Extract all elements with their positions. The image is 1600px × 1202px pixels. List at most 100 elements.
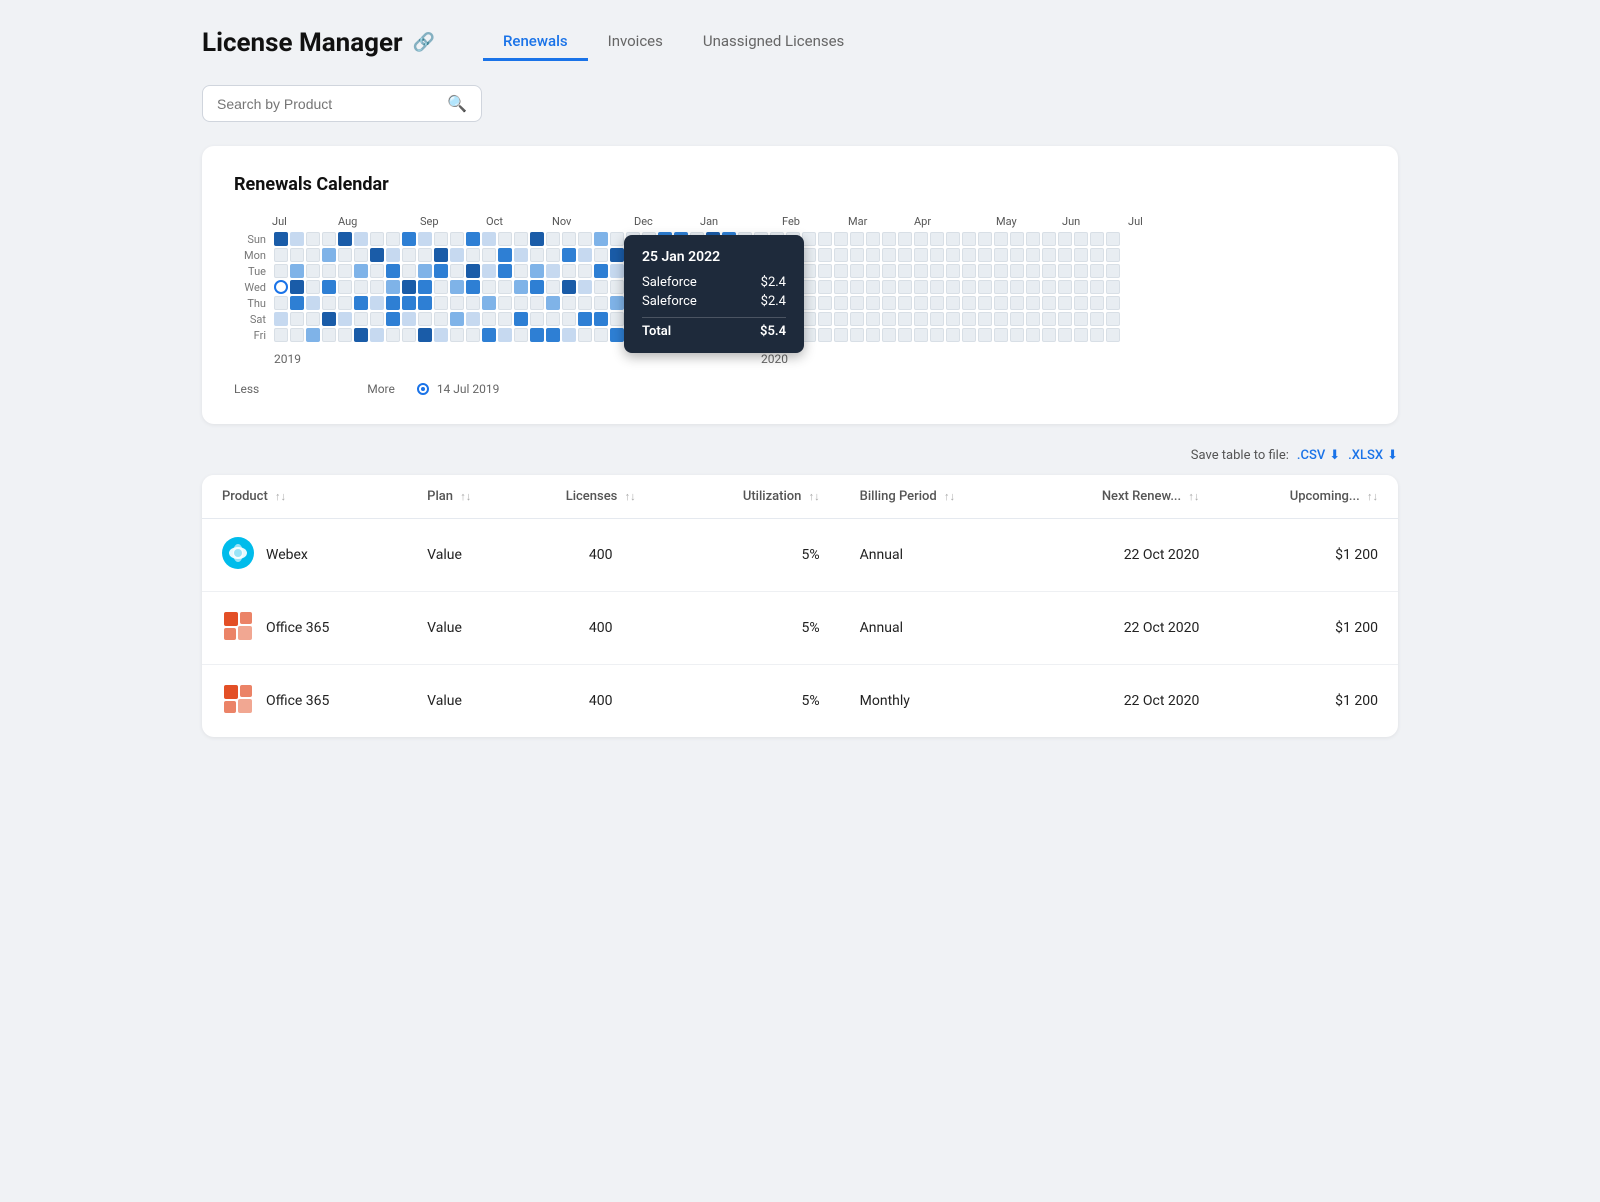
cal-cell[interactable] xyxy=(962,232,976,246)
cal-cell[interactable] xyxy=(978,232,992,246)
cal-cell[interactable] xyxy=(450,232,464,246)
cal-cell[interactable] xyxy=(498,312,512,326)
col-licenses[interactable]: Licenses ↑↓ xyxy=(524,475,677,519)
cal-cell[interactable] xyxy=(530,232,544,246)
cal-cell[interactable] xyxy=(610,328,624,342)
cal-cell[interactable] xyxy=(450,328,464,342)
cal-cell[interactable] xyxy=(354,248,368,262)
cal-cell[interactable] xyxy=(898,296,912,310)
cal-cell[interactable] xyxy=(418,312,432,326)
cal-cell[interactable] xyxy=(578,248,592,262)
cal-cell[interactable] xyxy=(1042,280,1056,294)
cal-cell[interactable] xyxy=(882,296,896,310)
cal-cell[interactable] xyxy=(402,328,416,342)
cal-cell[interactable] xyxy=(562,312,576,326)
cal-cell[interactable] xyxy=(290,328,304,342)
cal-cell[interactable] xyxy=(274,232,288,246)
cal-cell[interactable] xyxy=(402,280,416,294)
cal-cell[interactable] xyxy=(338,296,352,310)
cal-cell[interactable] xyxy=(306,328,320,342)
cal-cell[interactable] xyxy=(882,248,896,262)
cal-cell[interactable] xyxy=(530,264,544,278)
cal-cell[interactable] xyxy=(402,296,416,310)
cal-cell[interactable] xyxy=(562,296,576,310)
cal-cell[interactable] xyxy=(514,296,528,310)
cal-cell[interactable] xyxy=(338,280,352,294)
cal-cell[interactable] xyxy=(514,312,528,326)
cal-cell[interactable] xyxy=(610,248,624,262)
cal-cell[interactable] xyxy=(274,280,288,294)
col-upcoming[interactable]: Upcoming... ↑↓ xyxy=(1219,475,1398,519)
cal-cell[interactable] xyxy=(498,232,512,246)
cal-cell[interactable] xyxy=(850,264,864,278)
cal-cell[interactable] xyxy=(898,280,912,294)
cal-cell[interactable] xyxy=(946,248,960,262)
cal-cell[interactable] xyxy=(610,296,624,310)
cal-cell[interactable] xyxy=(994,248,1008,262)
cal-cell[interactable] xyxy=(802,328,816,342)
cal-cell[interactable] xyxy=(530,296,544,310)
cal-cell[interactable] xyxy=(466,312,480,326)
cal-cell[interactable] xyxy=(914,296,928,310)
cal-cell[interactable] xyxy=(338,248,352,262)
cal-cell[interactable] xyxy=(370,296,384,310)
cal-cell[interactable] xyxy=(962,296,976,310)
cal-cell[interactable] xyxy=(322,296,336,310)
cal-cell[interactable] xyxy=(818,328,832,342)
cal-cell[interactable] xyxy=(978,280,992,294)
cal-cell[interactable] xyxy=(930,280,944,294)
cal-cell[interactable] xyxy=(834,312,848,326)
cal-cell[interactable] xyxy=(530,328,544,342)
cal-cell[interactable] xyxy=(290,312,304,326)
cal-cell[interactable] xyxy=(514,264,528,278)
cal-cell[interactable] xyxy=(578,280,592,294)
cal-cell[interactable] xyxy=(1106,248,1120,262)
cal-cell[interactable] xyxy=(946,232,960,246)
cal-cell[interactable] xyxy=(946,312,960,326)
cal-cell[interactable] xyxy=(930,328,944,342)
cal-cell[interactable] xyxy=(1090,264,1104,278)
cal-cell[interactable] xyxy=(1010,248,1024,262)
cal-cell[interactable] xyxy=(466,328,480,342)
cal-cell[interactable] xyxy=(578,264,592,278)
cal-cell[interactable] xyxy=(978,312,992,326)
cal-cell[interactable] xyxy=(338,312,352,326)
cal-cell[interactable] xyxy=(1106,264,1120,278)
cal-cell[interactable] xyxy=(1090,280,1104,294)
cal-cell[interactable] xyxy=(354,280,368,294)
cal-cell[interactable] xyxy=(1042,296,1056,310)
cal-cell[interactable] xyxy=(898,312,912,326)
cal-cell[interactable] xyxy=(370,312,384,326)
cal-cell[interactable] xyxy=(818,248,832,262)
cal-cell[interactable] xyxy=(866,296,880,310)
cal-cell[interactable] xyxy=(338,328,352,342)
cal-cell[interactable] xyxy=(562,264,576,278)
cal-cell[interactable] xyxy=(370,264,384,278)
cal-cell[interactable] xyxy=(370,280,384,294)
cal-cell[interactable] xyxy=(514,328,528,342)
tab-renewals[interactable]: Renewals xyxy=(483,24,588,61)
cal-cell[interactable] xyxy=(1074,312,1088,326)
cal-cell[interactable] xyxy=(1026,264,1040,278)
cal-cell[interactable] xyxy=(370,248,384,262)
cal-cell[interactable] xyxy=(434,296,448,310)
cal-cell[interactable] xyxy=(546,264,560,278)
cal-cell[interactable] xyxy=(306,312,320,326)
cal-cell[interactable] xyxy=(402,248,416,262)
cal-cell[interactable] xyxy=(578,328,592,342)
cal-cell[interactable] xyxy=(1106,280,1120,294)
cal-cell[interactable] xyxy=(850,312,864,326)
cal-cell[interactable] xyxy=(482,232,496,246)
cal-cell[interactable] xyxy=(994,296,1008,310)
cal-cell[interactable] xyxy=(834,296,848,310)
cal-cell[interactable] xyxy=(530,248,544,262)
cal-cell[interactable] xyxy=(402,232,416,246)
cal-cell[interactable] xyxy=(914,264,928,278)
cal-cell[interactable] xyxy=(290,296,304,310)
cal-cell[interactable] xyxy=(1090,328,1104,342)
cal-cell[interactable] xyxy=(450,296,464,310)
cal-cell[interactable] xyxy=(562,248,576,262)
cal-cell[interactable] xyxy=(1074,264,1088,278)
cal-cell[interactable] xyxy=(978,264,992,278)
cal-cell[interactable] xyxy=(546,312,560,326)
